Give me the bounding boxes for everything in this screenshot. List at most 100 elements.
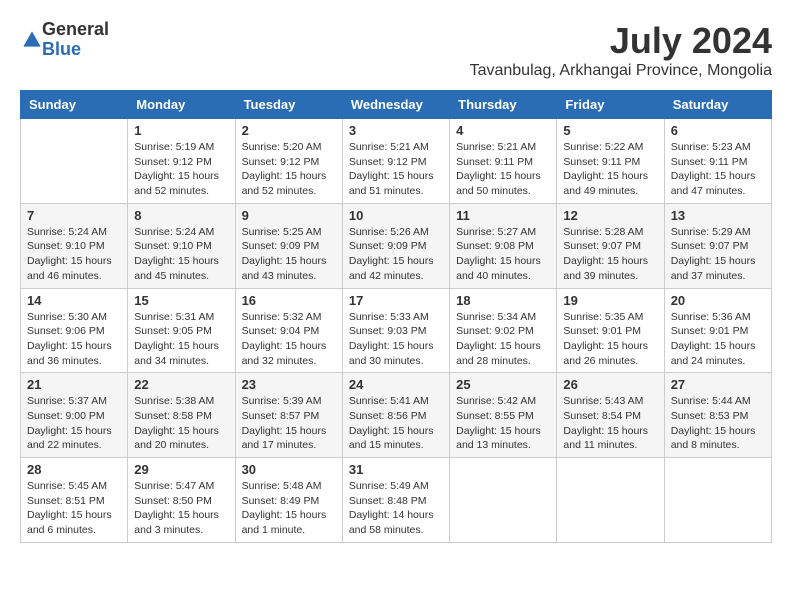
- page-header: General Blue July 2024 Tavanbulag, Arkha…: [20, 20, 772, 80]
- day-number: 22: [134, 377, 228, 392]
- logo-blue: Blue: [42, 40, 109, 60]
- day-number: 18: [456, 293, 550, 308]
- day-number: 28: [27, 462, 121, 477]
- day-info: Sunrise: 5:42 AMSunset: 8:55 PMDaylight:…: [456, 394, 550, 453]
- day-info: Sunrise: 5:44 AMSunset: 8:53 PMDaylight:…: [671, 394, 765, 453]
- calendar-cell: 30 Sunrise: 5:48 AMSunset: 8:49 PMDayligh…: [235, 458, 342, 543]
- day-number: 27: [671, 377, 765, 392]
- day-number: 21: [27, 377, 121, 392]
- day-info: Sunrise: 5:26 AMSunset: 9:09 PMDaylight:…: [349, 225, 443, 284]
- day-number: 10: [349, 208, 443, 223]
- day-number: 7: [27, 208, 121, 223]
- weekday-header: Saturday: [664, 91, 771, 119]
- calendar-cell: [664, 458, 771, 543]
- calendar-cell: 21Sunrise: 5:37 AMSunset: 9:00 PMDayligh…: [21, 373, 128, 458]
- calendar-cell: 6 Sunrise: 5:23 AMSunset: 9:11 PMDaylight…: [664, 119, 771, 204]
- day-number: 1: [134, 123, 228, 138]
- calendar-cell: 7 Sunrise: 5:24 AMSunset: 9:10 PMDaylight…: [21, 203, 128, 288]
- day-info: Sunrise: 5:49 AMSunset: 8:48 PMDaylight:…: [349, 479, 443, 538]
- calendar-cell: 2Sunrise: 5:20 AMSunset: 9:12 PMDaylight…: [235, 119, 342, 204]
- calendar-week-row: 28 Sunrise: 5:45 AMSunset: 8:51 PMDayligh…: [21, 458, 772, 543]
- day-number: 19: [563, 293, 657, 308]
- day-info: Sunrise: 5:29 AMSunset: 9:07 PMDaylight:…: [671, 225, 765, 284]
- weekday-header: Wednesday: [342, 91, 449, 119]
- day-number: 17: [349, 293, 443, 308]
- calendar-cell: 16 Sunrise: 5:32 AMSunset: 9:04 PMDayligh…: [235, 288, 342, 373]
- day-number: 11: [456, 208, 550, 223]
- logo-general: General: [42, 20, 109, 40]
- calendar-cell: 29Sunrise: 5:47 AMSunset: 8:50 PMDayligh…: [128, 458, 235, 543]
- calendar-cell: 26 Sunrise: 5:43 AMSunset: 8:54 PMDayligh…: [557, 373, 664, 458]
- calendar-cell: 17 Sunrise: 5:33 AMSunset: 9:03 PMDayligh…: [342, 288, 449, 373]
- day-number: 4: [456, 123, 550, 138]
- calendar-cell: [557, 458, 664, 543]
- day-info: Sunrise: 5:28 AMSunset: 9:07 PMDaylight:…: [563, 225, 657, 284]
- day-number: 23: [242, 377, 336, 392]
- calendar-cell: 15 Sunrise: 5:31 AMSunset: 9:05 PMDayligh…: [128, 288, 235, 373]
- day-info: Sunrise: 5:27 AMSunset: 9:08 PMDaylight:…: [456, 225, 550, 284]
- logo: General Blue: [20, 20, 109, 60]
- calendar-cell: 20 Sunrise: 5:36 AMSunset: 9:01 PMDayligh…: [664, 288, 771, 373]
- day-number: 13: [671, 208, 765, 223]
- weekday-header: Friday: [557, 91, 664, 119]
- calendar-week-row: 1 Sunrise: 5:19 AMSunset: 9:12 PMDaylight…: [21, 119, 772, 204]
- calendar-cell: 1 Sunrise: 5:19 AMSunset: 9:12 PMDaylight…: [128, 119, 235, 204]
- day-number: 9: [242, 208, 336, 223]
- day-info: Sunrise: 5:19 AMSunset: 9:12 PMDaylight:…: [134, 140, 228, 199]
- day-number: 29: [134, 462, 228, 477]
- weekday-header: Monday: [128, 91, 235, 119]
- calendar-cell: 5 Sunrise: 5:22 AMSunset: 9:11 PMDaylight…: [557, 119, 664, 204]
- weekday-header-row: SundayMondayTuesdayWednesdayThursdayFrid…: [21, 91, 772, 119]
- day-number: 15: [134, 293, 228, 308]
- day-number: 3: [349, 123, 443, 138]
- day-info: Sunrise: 5:43 AMSunset: 8:54 PMDaylight:…: [563, 394, 657, 453]
- calendar-week-row: 7 Sunrise: 5:24 AMSunset: 9:10 PMDaylight…: [21, 203, 772, 288]
- day-number: 26: [563, 377, 657, 392]
- calendar-cell: 8Sunrise: 5:24 AMSunset: 9:10 PMDaylight…: [128, 203, 235, 288]
- day-info: Sunrise: 5:22 AMSunset: 9:11 PMDaylight:…: [563, 140, 657, 199]
- day-info: Sunrise: 5:38 AMSunset: 8:58 PMDaylight:…: [134, 394, 228, 453]
- calendar-cell: 18Sunrise: 5:34 AMSunset: 9:02 PMDayligh…: [450, 288, 557, 373]
- day-number: 6: [671, 123, 765, 138]
- day-info: Sunrise: 5:21 AMSunset: 9:12 PMDaylight:…: [349, 140, 443, 199]
- calendar-cell: 27 Sunrise: 5:44 AMSunset: 8:53 PMDayligh…: [664, 373, 771, 458]
- calendar-table: SundayMondayTuesdayWednesdayThursdayFrid…: [20, 90, 772, 543]
- day-info: Sunrise: 5:30 AMSunset: 9:06 PMDaylight:…: [27, 310, 121, 369]
- calendar-cell: 22 Sunrise: 5:38 AMSunset: 8:58 PMDayligh…: [128, 373, 235, 458]
- logo-icon: [22, 30, 42, 50]
- calendar-cell: 10 Sunrise: 5:26 AMSunset: 9:09 PMDayligh…: [342, 203, 449, 288]
- calendar-week-row: 14Sunrise: 5:30 AMSunset: 9:06 PMDayligh…: [21, 288, 772, 373]
- calendar-cell: 25 Sunrise: 5:42 AMSunset: 8:55 PMDayligh…: [450, 373, 557, 458]
- logo-text: General Blue: [42, 20, 109, 60]
- calendar-cell: 24Sunrise: 5:41 AMSunset: 8:56 PMDayligh…: [342, 373, 449, 458]
- day-info: Sunrise: 5:33 AMSunset: 9:03 PMDaylight:…: [349, 310, 443, 369]
- weekday-header: Thursday: [450, 91, 557, 119]
- calendar-cell: 4Sunrise: 5:21 AMSunset: 9:11 PMDaylight…: [450, 119, 557, 204]
- day-info: Sunrise: 5:24 AMSunset: 9:10 PMDaylight:…: [27, 225, 121, 284]
- day-number: 30: [242, 462, 336, 477]
- weekday-header: Sunday: [21, 91, 128, 119]
- day-number: 25: [456, 377, 550, 392]
- day-info: Sunrise: 5:31 AMSunset: 9:05 PMDaylight:…: [134, 310, 228, 369]
- location: Tavanbulag, Arkhangai Province, Mongolia: [470, 62, 772, 80]
- day-info: Sunrise: 5:36 AMSunset: 9:01 PMDaylight:…: [671, 310, 765, 369]
- calendar-cell: 31Sunrise: 5:49 AMSunset: 8:48 PMDayligh…: [342, 458, 449, 543]
- calendar-cell: 23 Sunrise: 5:39 AMSunset: 8:57 PMDayligh…: [235, 373, 342, 458]
- calendar-cell: 19 Sunrise: 5:35 AMSunset: 9:01 PMDayligh…: [557, 288, 664, 373]
- day-info: Sunrise: 5:32 AMSunset: 9:04 PMDaylight:…: [242, 310, 336, 369]
- day-number: 8: [134, 208, 228, 223]
- day-number: 5: [563, 123, 657, 138]
- day-info: Sunrise: 5:39 AMSunset: 8:57 PMDaylight:…: [242, 394, 336, 453]
- day-number: 12: [563, 208, 657, 223]
- day-info: Sunrise: 5:23 AMSunset: 9:11 PMDaylight:…: [671, 140, 765, 199]
- calendar-cell: 3 Sunrise: 5:21 AMSunset: 9:12 PMDaylight…: [342, 119, 449, 204]
- calendar-cell: [21, 119, 128, 204]
- day-info: Sunrise: 5:45 AMSunset: 8:51 PMDaylight:…: [27, 479, 121, 538]
- day-number: 16: [242, 293, 336, 308]
- day-number: 20: [671, 293, 765, 308]
- title-section: July 2024 Tavanbulag, Arkhangai Province…: [470, 20, 772, 80]
- weekday-header: Tuesday: [235, 91, 342, 119]
- day-info: Sunrise: 5:35 AMSunset: 9:01 PMDaylight:…: [563, 310, 657, 369]
- day-number: 24: [349, 377, 443, 392]
- day-info: Sunrise: 5:48 AMSunset: 8:49 PMDaylight:…: [242, 479, 336, 538]
